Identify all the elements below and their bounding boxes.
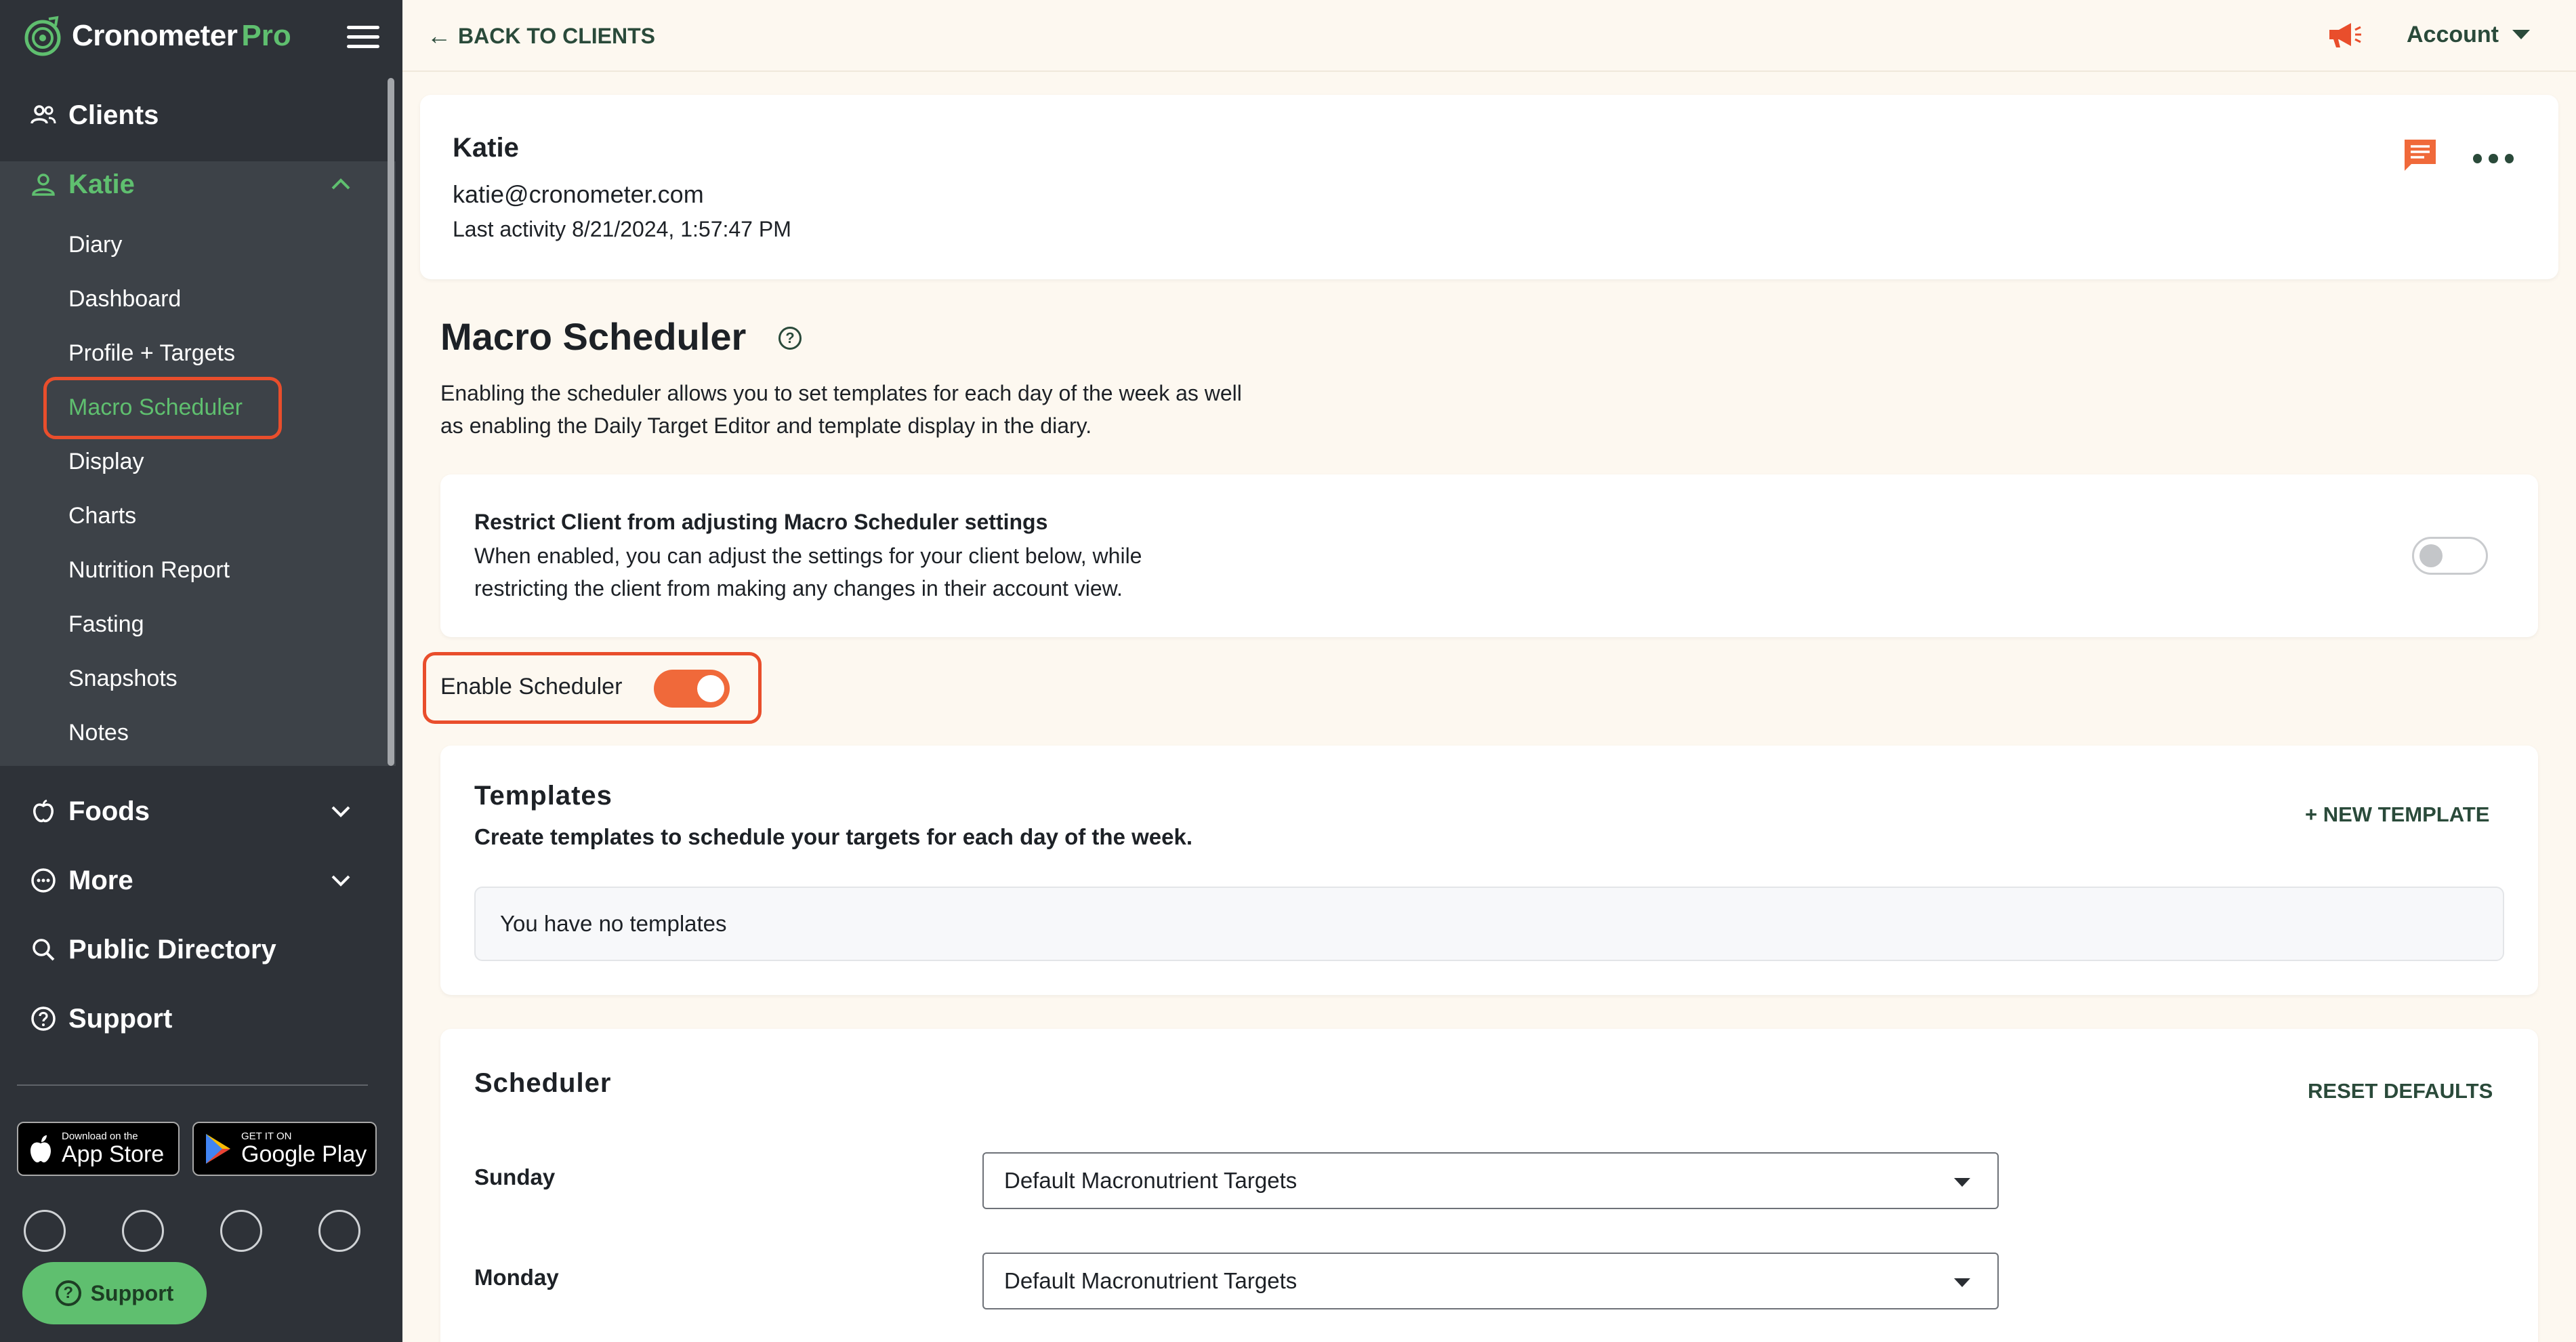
- scheduler-title: Scheduler: [474, 1068, 612, 1098]
- sidebar-subitem-nutrition-report[interactable]: Nutrition Report: [68, 554, 230, 586]
- sidebar-subitem-diary[interactable]: Diary: [68, 228, 122, 261]
- client-email: katie@cronometer.com: [453, 180, 704, 208]
- sidebar-item-clients[interactable]: Clients: [0, 95, 396, 136]
- sidebar-item-label: Foods: [68, 796, 150, 826]
- chevron-down-icon[interactable]: [329, 868, 353, 893]
- sidebar-item-support[interactable]: Support: [0, 998, 396, 1039]
- sidebar-item-foods[interactable]: Foods: [0, 791, 396, 832]
- cronometer-logo[interactable]: Cronometer Pro: [22, 12, 291, 60]
- sidebar-item-public-directory[interactable]: Public Directory: [0, 929, 396, 970]
- scheduler-card: Scheduler RESET DEFAULTS Sunday Default …: [440, 1029, 2538, 1342]
- restrict-client-toggle[interactable]: [2412, 537, 2488, 575]
- caret-down-icon: [1954, 1178, 1970, 1187]
- back-to-clients-label: BACK TO CLIENTS: [458, 23, 655, 48]
- enable-scheduler-label: Enable Scheduler: [440, 674, 623, 699]
- client-last-activity: Last activity 8/21/2024, 1:57:47 PM: [453, 217, 791, 241]
- twitter-icon[interactable]: [24, 1210, 66, 1252]
- templates-title: Templates: [474, 781, 612, 811]
- sidebar-subitem-profile-targets[interactable]: Profile + Targets: [68, 337, 235, 369]
- sidebar-subitem-dashboard[interactable]: Dashboard: [68, 283, 181, 315]
- more-options-icon[interactable]: [2473, 145, 2514, 172]
- sidebar-scrollbar[interactable]: [388, 78, 394, 766]
- enable-scheduler-toggle[interactable]: [654, 670, 730, 708]
- help-icon[interactable]: ?: [778, 327, 802, 350]
- sidebar-item-client-katie[interactable]: Katie: [0, 164, 396, 205]
- sidebar-item-label: Support: [68, 1003, 173, 1034]
- monday-template-select[interactable]: Default Macronutrient Targets: [982, 1253, 1999, 1309]
- chevron-up-icon[interactable]: [329, 172, 353, 197]
- page-description: Enabling the scheduler allows you to set…: [440, 381, 1242, 438]
- sidebar: Cronometer Pro Clients Katie Diary Dashb…: [0, 0, 402, 1342]
- sidebar-subitem-charts[interactable]: Charts: [68, 500, 136, 532]
- person-icon: [32, 174, 55, 196]
- sunday-template-select[interactable]: Default Macronutrient Targets: [982, 1152, 1999, 1209]
- search-icon: [33, 939, 55, 961]
- sidebar-divider: [17, 1084, 368, 1086]
- client-info-card: Katie katie@cronometer.com Last activity…: [420, 95, 2558, 279]
- logo-name: Cronometer: [72, 19, 238, 52]
- empty-state-text: You have no templates: [500, 911, 727, 936]
- google-play-big: Google Play: [241, 1141, 367, 1167]
- day-label-sunday: Sunday: [474, 1164, 556, 1190]
- sidebar-item-label: Public Directory: [68, 934, 276, 964]
- client-name: Katie: [453, 133, 519, 163]
- restrict-client-card: Restrict Client from adjusting Macro Sch…: [440, 474, 2538, 637]
- google-play-icon: [206, 1134, 230, 1164]
- client-submenu: [0, 161, 396, 766]
- help-circle-icon: [31, 1006, 56, 1031]
- google-play-small: GET IT ON: [241, 1131, 292, 1142]
- restrict-title: Restrict Client from adjusting Macro Sch…: [474, 510, 1048, 534]
- sidebar-subitem-fasting[interactable]: Fasting: [68, 608, 144, 640]
- caret-down-icon: [1954, 1278, 1970, 1287]
- sidebar-item-label: More: [68, 865, 133, 895]
- app-store-big: App Store: [62, 1141, 165, 1167]
- select-value: Default Macronutrient Targets: [1004, 1268, 1297, 1293]
- account-menu[interactable]: Account: [2407, 18, 2530, 52]
- sidebar-item-label: Clients: [68, 100, 159, 130]
- app-store-small: Download on the: [62, 1131, 138, 1142]
- reset-defaults-button[interactable]: RESET DEFAULTS: [2308, 1079, 2493, 1103]
- templates-empty-state: You have no templates: [474, 887, 2504, 961]
- sidebar-subitem-snapshots[interactable]: Snapshots: [68, 662, 178, 695]
- select-value: Default Macronutrient Targets: [1004, 1168, 1297, 1193]
- facebook-icon[interactable]: [122, 1210, 164, 1252]
- chevron-down-icon[interactable]: [329, 799, 353, 824]
- apple-logo-icon: [30, 1135, 51, 1162]
- toggle-knob: [697, 675, 724, 702]
- restrict-description: When enabled, you can adjust the setting…: [474, 544, 1142, 601]
- cronometer-logo-icon: [24, 16, 61, 56]
- new-template-button[interactable]: + NEW TEMPLATE: [2305, 802, 2489, 827]
- templates-card: Templates Create templates to schedule y…: [440, 746, 2538, 995]
- sidebar-subitem-display[interactable]: Display: [68, 445, 144, 478]
- sidebar-subitem-notes[interactable]: Notes: [68, 716, 129, 749]
- day-label-monday: Monday: [474, 1265, 559, 1290]
- app-store-badge[interactable]: Download on the App Store: [17, 1122, 180, 1176]
- hamburger-menu-icon[interactable]: [347, 26, 379, 50]
- sidebar-item-label: Katie: [68, 169, 135, 199]
- toggle-knob: [2419, 544, 2443, 567]
- account-label: Account: [2407, 21, 2499, 47]
- more-circle-icon: [31, 868, 56, 893]
- page-title: Macro Scheduler: [440, 315, 747, 358]
- clients-icon: [30, 105, 56, 124]
- message-icon[interactable]: [2402, 137, 2438, 174]
- google-play-badge[interactable]: GET IT ON Google Play: [192, 1122, 377, 1176]
- topbar: ← BACK TO CLIENTS Account: [402, 0, 2576, 72]
- help-icon: ?: [55, 1280, 81, 1306]
- sidebar-item-more[interactable]: More: [0, 860, 396, 901]
- arrow-left-icon: ←: [427, 22, 451, 49]
- logo-pro: Pro: [241, 19, 291, 52]
- apple-icon: [33, 799, 54, 823]
- macro-scheduler-highlight: [43, 377, 282, 439]
- support-chat-label: Support: [90, 1280, 174, 1305]
- support-chat-button[interactable]: ? Support: [22, 1262, 207, 1324]
- back-to-clients-link[interactable]: ← BACK TO CLIENTS: [427, 19, 655, 53]
- youtube-icon[interactable]: [318, 1210, 360, 1252]
- instagram-icon[interactable]: [220, 1210, 262, 1252]
- megaphone-icon[interactable]: [2325, 19, 2362, 50]
- templates-subtitle: Create templates to schedule your target…: [474, 824, 1192, 849]
- caret-down-icon: [2512, 30, 2530, 39]
